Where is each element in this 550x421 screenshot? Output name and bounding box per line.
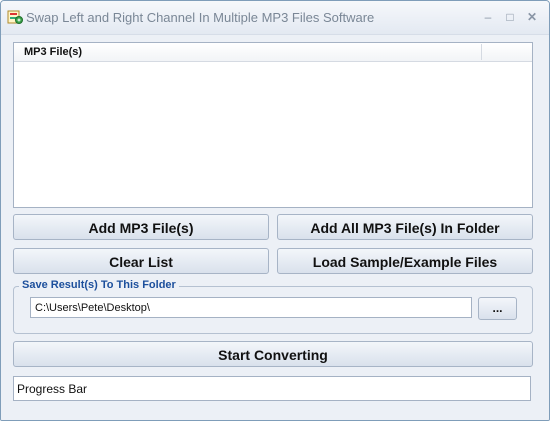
- column-header-mp3-files[interactable]: MP3 File(s): [24, 46, 82, 58]
- add-folder-button[interactable]: Add All MP3 File(s) In Folder: [277, 214, 533, 240]
- browse-folder-button[interactable]: ...: [478, 297, 517, 320]
- add-mp3-files-button[interactable]: Add MP3 File(s): [13, 214, 269, 240]
- app-window: Swap Left and Right Channel In Multiple …: [0, 0, 550, 421]
- title-bar[interactable]: Swap Left and Right Channel In Multiple …: [1, 1, 549, 35]
- start-converting-button[interactable]: Start Converting: [13, 341, 533, 367]
- window-title: Swap Left and Right Channel In Multiple …: [26, 10, 375, 25]
- output-folder-group: Save Result(s) To This Folder ...: [13, 279, 533, 334]
- output-folder-label: Save Result(s) To This Folder: [19, 279, 179, 291]
- column-separator[interactable]: [481, 44, 482, 60]
- load-samples-button[interactable]: Load Sample/Example Files: [277, 248, 533, 274]
- output-folder-field[interactable]: [30, 297, 472, 318]
- progress-bar: Progress Bar: [13, 376, 531, 401]
- clear-list-button[interactable]: Clear List: [13, 248, 269, 274]
- minimize-button[interactable]: –: [478, 9, 498, 25]
- progress-bar-label: Progress Bar: [17, 382, 88, 396]
- file-list-header: MP3 File(s): [14, 43, 532, 62]
- close-button[interactable]: ✕: [522, 9, 542, 25]
- file-list[interactable]: MP3 File(s): [13, 42, 533, 208]
- app-icon: [7, 10, 23, 24]
- main-panel: MP3 File(s) Add MP3 File(s) Add All MP3 …: [1, 35, 549, 420]
- maximize-button[interactable]: □: [500, 9, 520, 25]
